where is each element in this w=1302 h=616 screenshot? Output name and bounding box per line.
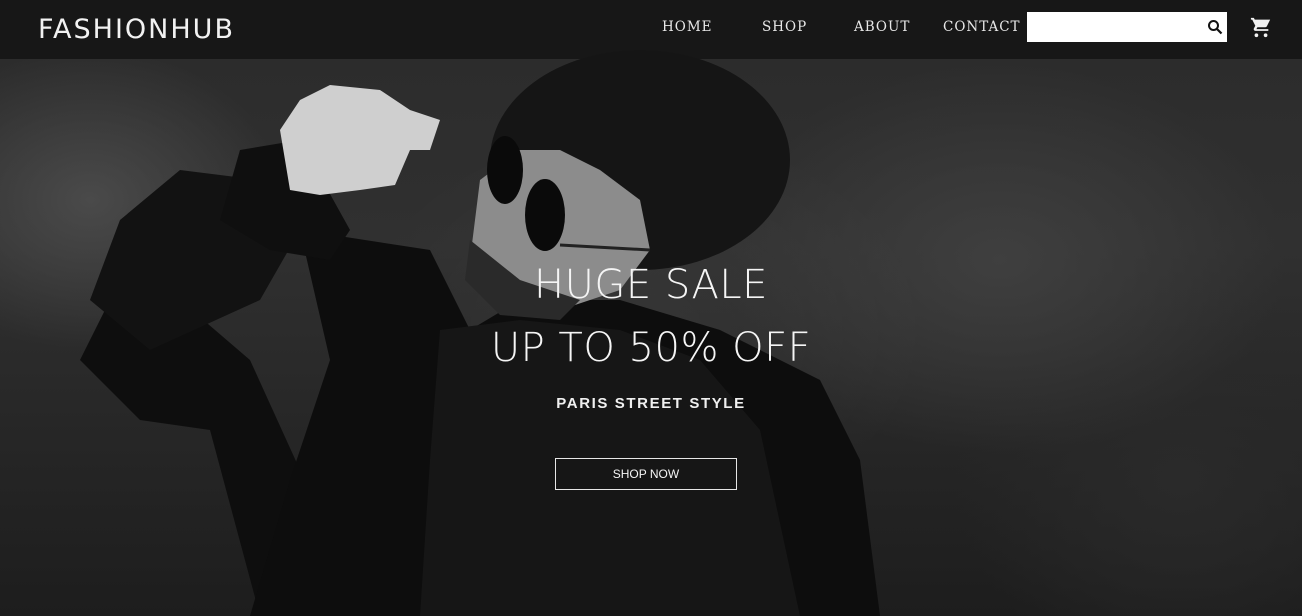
nav-contact-link[interactable]: CONTACT (943, 19, 1021, 35)
hero-title-line1: HUGE SALE (534, 262, 768, 308)
hero-title-line2: UP TO 50% OFF (490, 325, 812, 371)
search-icon[interactable] (1207, 19, 1223, 35)
hero-background-image (0, 0, 1302, 616)
shopping-cart-icon[interactable] (1250, 16, 1272, 38)
top-navbar: FASHIONHUB HOME SHOP ABOUT CONTACT (0, 0, 1302, 59)
search-input[interactable] (1027, 12, 1199, 42)
brand-logo[interactable]: FASHIONHUB (38, 14, 235, 45)
search-box (1027, 12, 1227, 42)
page: FASHIONHUB HOME SHOP ABOUT CONTACT HUGE … (0, 0, 1302, 616)
model-photo-silhouette (80, 50, 880, 616)
nav-shop-link[interactable]: SHOP (762, 19, 807, 35)
nav-home-link[interactable]: HOME (662, 19, 713, 35)
nav-about-link[interactable]: ABOUT (854, 19, 910, 35)
shop-now-button[interactable]: SHOP NOW (555, 458, 737, 490)
hero-subtitle: PARIS STREET STYLE (556, 395, 746, 412)
